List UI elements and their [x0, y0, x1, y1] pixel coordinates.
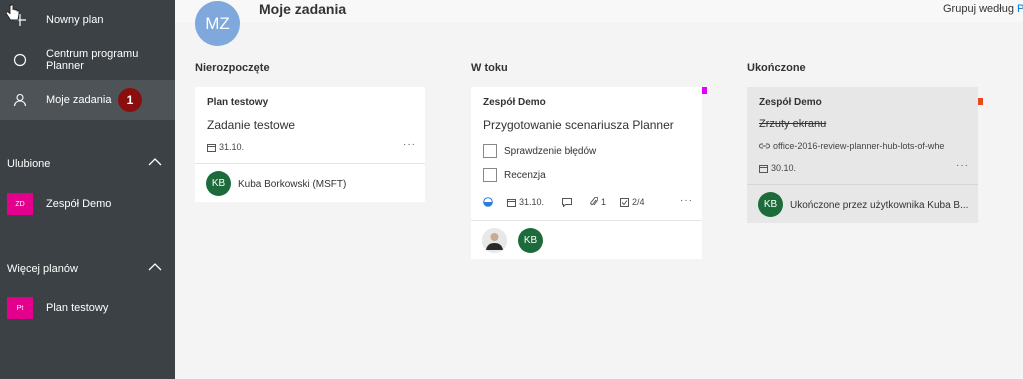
- sidebar-item-my-tasks[interactable]: Moje zadania: [0, 80, 175, 120]
- assignee-avatar: KB: [518, 228, 543, 253]
- calendar-icon: [759, 164, 768, 173]
- card-title: Zrzuty ekranu: [759, 118, 827, 130]
- sidebar-item-label: Zespół Demo: [46, 198, 112, 210]
- calendar-icon: [507, 198, 516, 207]
- chevron-up-icon[interactable]: [148, 261, 162, 275]
- hand-cursor-icon: [6, 4, 20, 21]
- sidebar-item-label: Nowny plan: [46, 14, 104, 26]
- checklist-icon: [620, 197, 630, 207]
- group-by-value[interactable]: Po: [1017, 3, 1023, 15]
- sidebar-item-plan-testowy[interactable]: Pt Plan testowy: [0, 288, 175, 328]
- group-by[interactable]: Grupuj według Po: [943, 3, 1023, 15]
- card-plan-name: Plan testowy: [207, 97, 269, 108]
- due-date-text: 31.10.: [219, 142, 245, 152]
- card-plan-name: Zespół Demo: [759, 97, 822, 108]
- sidebar-item-new-plan[interactable]: Nowny plan: [0, 0, 175, 40]
- sidebar-item-planner-hub[interactable]: Centrum programu Planner: [0, 40, 175, 80]
- due-date: 30.10.: [759, 163, 796, 173]
- assignee-name: Kuba Borkowski (MSFT): [238, 179, 347, 190]
- checklist-checkbox[interactable]: [483, 168, 497, 182]
- link-icon: [759, 143, 770, 149]
- task-card[interactable]: Zespół Demo Przygotowanie scenariusza Pl…: [471, 87, 707, 259]
- card-title: Przygotowanie scenariusza Planner: [483, 118, 674, 132]
- checklist-progress: 2/4: [632, 197, 645, 207]
- task-card-completed[interactable]: Zespół Demo Zrzuty ekranu office-2016-re…: [747, 87, 983, 223]
- progress-icon: [483, 197, 493, 207]
- calendar-icon: [207, 143, 216, 152]
- checklist-item: Recenzja: [504, 170, 546, 181]
- plan-tile: Pt: [7, 297, 33, 319]
- card-plan-name: Zespół Demo: [483, 97, 546, 108]
- task-card[interactable]: Plan testowy Zadanie testowe 31.10. ··· …: [195, 87, 425, 202]
- sidebar-item-label: Plan testowy: [46, 302, 109, 314]
- due-date-text: 31.10.: [519, 197, 545, 207]
- page-title: Moje zadania: [259, 1, 347, 17]
- favorites-header: Ulubione: [7, 158, 51, 170]
- card-divider: [195, 163, 425, 164]
- assignee-avatar: KB: [758, 192, 783, 217]
- more-options-icon[interactable]: ···: [956, 160, 969, 171]
- sidebar: Nowny plan Centrum programu Planner Moje…: [0, 0, 175, 379]
- photo-avatar: [482, 228, 507, 253]
- circle-icon: [12, 52, 28, 68]
- completed-by: Ukończone przez użytkownika Kuba B...: [790, 200, 969, 211]
- sidebar-item-zespol-demo[interactable]: ZD Zespół Demo: [0, 184, 175, 224]
- card-title: Zadanie testowe: [207, 118, 296, 132]
- comment-icon: [562, 197, 573, 207]
- person-icon: [12, 92, 28, 108]
- sidebar-item-label: Moje zadania: [46, 94, 112, 106]
- chevron-up-icon[interactable]: [148, 156, 162, 170]
- card-link[interactable]: office-2016-review-planner-hub-lots-of-w…: [759, 141, 944, 151]
- attachment-count: 1: [601, 197, 607, 207]
- checklist-item: Sprawdzenie błędów: [504, 146, 597, 157]
- column-title: W toku: [471, 62, 508, 74]
- main-content: MZ Moje zadania Grupuj według Po Nierozp…: [175, 0, 1023, 379]
- more-plans-header: Więcej planów: [7, 263, 78, 275]
- card-meta: 31.10. 1 2/4: [483, 197, 645, 207]
- link-text: office-2016-review-planner-hub-lots-of-w…: [773, 141, 945, 151]
- due-date: 31.10.: [207, 142, 244, 152]
- sidebar-item-label: Centrum programu Planner: [46, 48, 139, 72]
- checklist-checkbox[interactable]: [483, 144, 497, 158]
- column-title: Nierozpoczęte: [195, 62, 270, 74]
- card-divider: [471, 220, 702, 221]
- more-options-icon[interactable]: ···: [680, 195, 693, 206]
- user-avatar: MZ: [195, 1, 240, 46]
- due-date-text: 30.10.: [771, 163, 797, 173]
- card-divider: [747, 184, 978, 185]
- label-strip: [702, 87, 707, 94]
- attachment-icon: [590, 197, 599, 206]
- notification-badge: 1: [118, 88, 142, 112]
- column-title: Ukończone: [747, 62, 806, 74]
- label-strip: [978, 98, 983, 105]
- more-options-icon[interactable]: ···: [403, 139, 416, 150]
- plan-tile: ZD: [7, 193, 33, 215]
- group-by-label: Grupuj według: [943, 3, 1014, 15]
- assignee-avatar: KB: [206, 171, 231, 196]
